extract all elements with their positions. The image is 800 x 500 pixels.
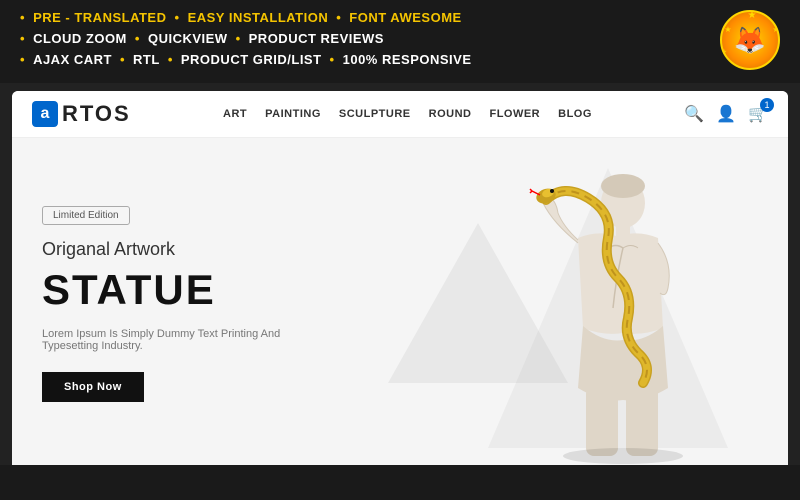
- nav-links: ART PAINTING SCULPTURE ROUND FLOWER BLOG: [223, 108, 592, 120]
- browser-chrome: a RTOS ART PAINTING SCULPTURE ROUND FLOW…: [12, 91, 788, 465]
- search-icon[interactable]: 🔍: [684, 104, 704, 124]
- dot-4: •: [20, 32, 25, 45]
- feature-product-grid: PRODUCT GRID/LIST: [181, 52, 322, 67]
- statue-svg: [468, 148, 748, 465]
- preview-wrapper: a RTOS ART PAINTING SCULPTURE ROUND FLOW…: [0, 83, 800, 465]
- banner-row-1: • PRE - TRANSLATED • EASY INSTALLATION •…: [20, 10, 780, 25]
- nav-blog[interactable]: BLOG: [558, 108, 592, 120]
- cart-count: 1: [760, 98, 774, 112]
- nav-art[interactable]: ART: [223, 108, 247, 120]
- avatar-badge: ★ ★ ★ ★ ★ 🦊: [720, 10, 780, 70]
- dot-8: •: [120, 53, 125, 66]
- feature-responsive: 100% RESPONSIVE: [343, 52, 472, 67]
- hero-title: STATUE: [42, 266, 282, 314]
- feature-easy-installation: EASY INSTALLATION: [188, 10, 329, 25]
- dot-6: •: [236, 32, 241, 45]
- user-icon[interactable]: 👤: [716, 104, 736, 124]
- hero-content: Limited Edition Origanal Artwork STATUE …: [12, 175, 312, 432]
- limited-edition-badge: Limited Edition: [42, 206, 130, 225]
- logo: a RTOS: [32, 101, 131, 127]
- dot-1: •: [20, 11, 25, 24]
- top-banner: • PRE - TRANSLATED • EASY INSTALLATION •…: [0, 0, 800, 83]
- nav-painting[interactable]: PAINTING: [265, 108, 321, 120]
- dot-5: •: [135, 32, 140, 45]
- dot-2: •: [175, 11, 180, 24]
- feature-font-awesome: FONT AWESOME: [349, 10, 461, 25]
- feature-quickview: QUICKVIEW: [148, 31, 228, 46]
- feature-pre-translated: PRE - TRANSLATED: [33, 10, 166, 25]
- banner-row-2: • CLOUD ZOOM • QUICKVIEW • PRODUCT REVIE…: [20, 31, 780, 46]
- nav-sculpture[interactable]: SCULPTURE: [339, 108, 411, 120]
- svg-text:★: ★: [772, 25, 779, 34]
- dot-9: •: [168, 53, 173, 66]
- stars-ring-svg: ★ ★ ★ ★ ★: [720, 10, 780, 70]
- hero-subtitle: Origanal Artwork: [42, 239, 282, 260]
- nav-flower[interactable]: FLOWER: [489, 108, 540, 120]
- statue-image: [468, 148, 748, 465]
- dot-3: •: [336, 11, 341, 24]
- feature-cloud-zoom: CLOUD ZOOM: [33, 31, 127, 46]
- logo-icon: a: [32, 101, 58, 127]
- svg-text:★: ★: [721, 48, 727, 56]
- feature-ajax-cart: AJAX CART: [33, 52, 112, 67]
- nav-icons: 🔍 👤 🛒 1: [684, 104, 768, 124]
- dot-7: •: [20, 53, 25, 66]
- logo-text: RTOS: [62, 101, 131, 127]
- banner-row-3: • AJAX CART • RTL • PRODUCT GRID/LIST • …: [20, 52, 780, 67]
- feature-product-reviews: PRODUCT REVIEWS: [249, 31, 384, 46]
- site-nav: a RTOS ART PAINTING SCULPTURE ROUND FLOW…: [12, 91, 788, 138]
- nav-round[interactable]: ROUND: [429, 108, 472, 120]
- logo-letter: a: [41, 105, 50, 123]
- svg-text:★: ★: [748, 10, 757, 21]
- svg-text:★: ★: [724, 25, 731, 34]
- hero-description: Lorem Ipsum Is Simply Dummy Text Printin…: [42, 328, 282, 352]
- hero-section: Limited Edition Origanal Artwork STATUE …: [12, 138, 788, 465]
- dot-10: •: [330, 53, 335, 66]
- feature-rtl: RTL: [133, 52, 160, 67]
- shop-now-button[interactable]: Shop Now: [42, 372, 144, 402]
- cart-icon[interactable]: 🛒 1: [748, 104, 768, 124]
